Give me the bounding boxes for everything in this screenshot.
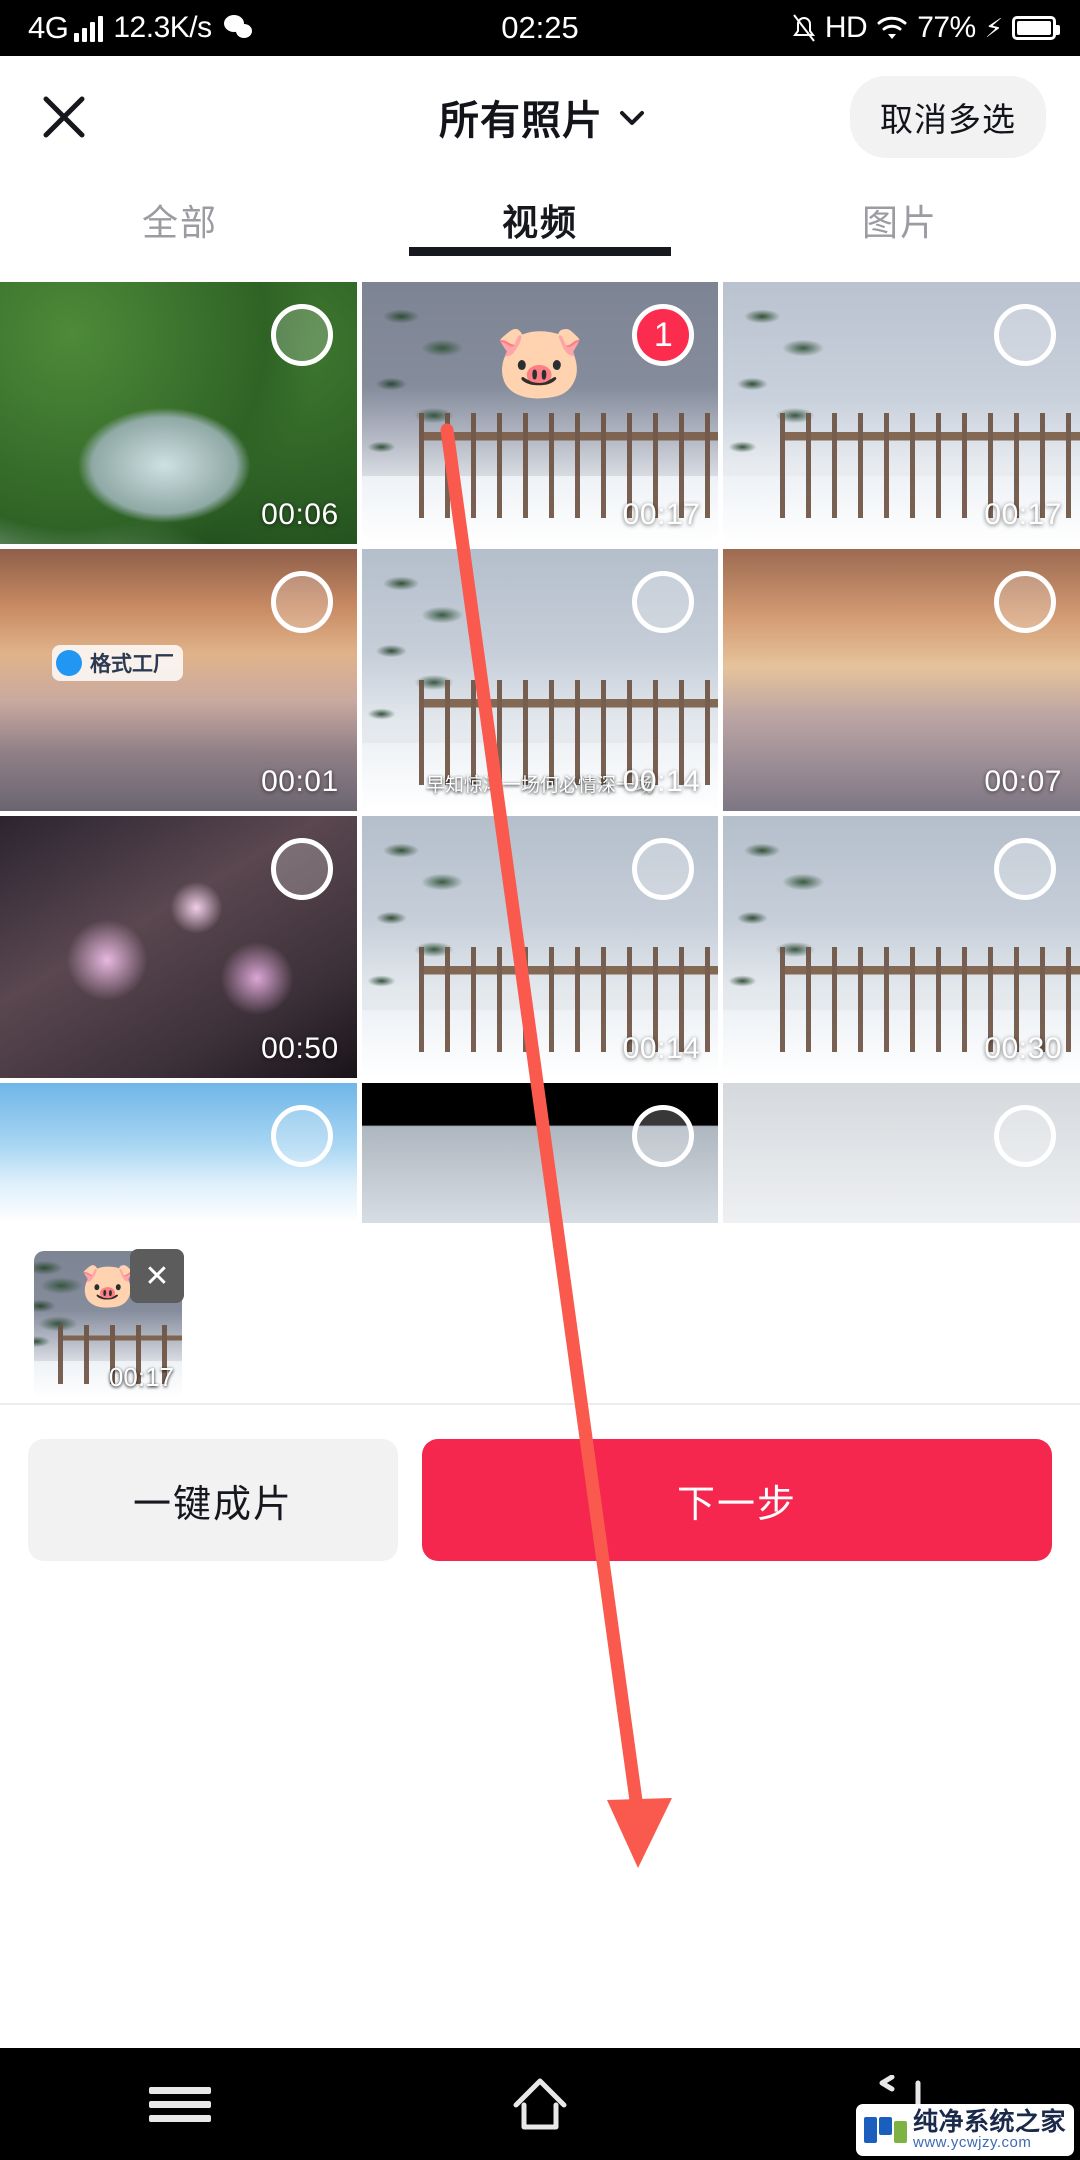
watermark-title: 纯净系统之家 [912, 2108, 1066, 2136]
duration-label: 00:50 [261, 1032, 339, 1065]
media-cell[interactable]: 00:14 [361, 816, 719, 1078]
duration-label: 00:17 [622, 498, 701, 531]
mute-icon [792, 13, 816, 43]
cancel-multiselect-button[interactable]: 取消多选 [850, 76, 1046, 158]
pig-emoji-overlay: 🐷 [495, 322, 585, 402]
hamburger-menu-icon[interactable] [143, 2067, 217, 2141]
select-radio[interactable] [993, 571, 1056, 633]
media-cell[interactable]: 00:17 [723, 282, 1080, 544]
media-cell[interactable] [723, 1083, 1080, 1223]
select-radio[interactable] [993, 1105, 1056, 1167]
selection-tray: 🐷 00:17 ✕ [0, 1223, 1080, 1403]
duration-label: 00:17 [108, 1362, 174, 1392]
duration-label: 00:30 [984, 1032, 1062, 1065]
auto-compile-button[interactable]: 一键成片 [28, 1439, 398, 1561]
select-radio[interactable] [270, 1105, 333, 1167]
app-sheet: 所有照片 取消多选 全部 视频 图片 00:06 🐷 1 00:17 00:17… [0, 56, 1080, 2104]
action-bar: 一键成片 下一步 [0, 1405, 1080, 1561]
duration-label: 00:14 [622, 765, 701, 798]
status-bar: 4G 12.3K/s 02:25 HD 77% ⚡ [0, 0, 1080, 56]
watermark-url: www.ycwjzy.com [912, 2134, 1032, 2152]
select-radio[interactable] [270, 571, 333, 633]
select-radio[interactable] [632, 1105, 695, 1167]
select-radio[interactable] [993, 304, 1056, 366]
media-cell[interactable]: 格式工厂 00:01 [0, 549, 357, 811]
clock-label: 02:25 [501, 10, 579, 45]
duration-label: 00:06 [261, 498, 339, 531]
pig-emoji-overlay: 🐷 [80, 1261, 136, 1310]
chevron-down-icon [619, 110, 644, 125]
media-grid: 00:06 🐷 1 00:17 00:17 格式工厂 00:01 早知惊鸿一场何… [0, 282, 1080, 1223]
site-watermark: 纯净系统之家 www.ycwjzy.com [855, 2104, 1074, 2156]
close-icon[interactable] [34, 87, 94, 147]
media-cell[interactable]: 00:30 [723, 816, 1080, 1078]
page-title: 所有照片 [439, 99, 603, 143]
media-cell[interactable]: 早知惊鸿一场何必情深一场 00:14 [361, 549, 719, 811]
watermark-logo-icon [863, 2117, 907, 2143]
media-cell[interactable] [0, 1083, 357, 1223]
remove-selection-icon[interactable]: ✕ [130, 1249, 184, 1303]
select-radio[interactable] [993, 838, 1056, 900]
next-step-button[interactable]: 下一步 [422, 1439, 1052, 1561]
select-radio-checked[interactable]: 1 [632, 304, 695, 366]
battery-icon [1012, 16, 1060, 40]
tab-video[interactable]: 视频 [360, 178, 720, 246]
system-navigation-bar: 纯净系统之家 www.ycwjzy.com [0, 2048, 1080, 2160]
media-cell[interactable]: 00:06 [0, 282, 357, 544]
media-cell[interactable]: 00:07 [723, 549, 1080, 811]
format-factory-watermark: 格式工厂 [52, 645, 183, 681]
tab-image[interactable]: 图片 [720, 178, 1080, 246]
duration-label: 00:01 [261, 765, 339, 798]
media-cell[interactable]: 00:50 [0, 816, 357, 1078]
video-caption: 早知惊鸿一场何必情深一场 [425, 775, 654, 796]
select-radio[interactable] [632, 571, 695, 633]
selected-item-wrapper: 🐷 00:17 ✕ [34, 1249, 184, 1399]
media-cell[interactable] [361, 1083, 719, 1223]
duration-label: 00:14 [622, 1032, 701, 1065]
media-cell-selected[interactable]: 🐷 1 00:17 [361, 282, 719, 544]
select-radio[interactable] [270, 838, 333, 900]
duration-label: 00:07 [984, 765, 1062, 798]
tab-all[interactable]: 全部 [0, 178, 360, 246]
media-type-tabs: 全部 视频 图片 [0, 178, 1080, 282]
home-icon[interactable] [503, 2067, 577, 2141]
duration-label: 00:17 [984, 498, 1062, 531]
select-radio[interactable] [270, 304, 333, 366]
header-bar: 所有照片 取消多选 [0, 56, 1080, 178]
select-radio[interactable] [632, 838, 695, 900]
